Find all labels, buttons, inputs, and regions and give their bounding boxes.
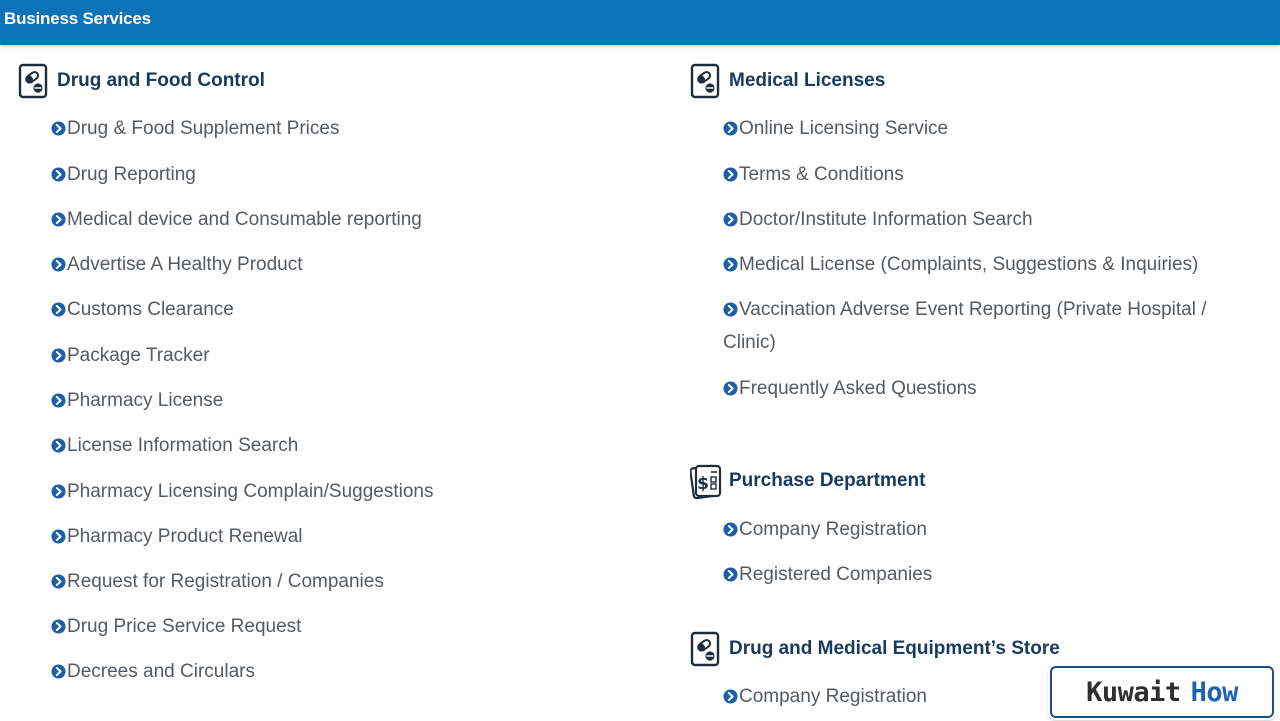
arrow-right-circle-icon xyxy=(723,567,738,582)
link-label: Online Licensing Service xyxy=(739,118,949,139)
link-terms-conditions[interactable]: Terms & Conditions xyxy=(723,158,904,191)
section-purchase-department: $ Purchase Department xyxy=(690,462,925,500)
link-medical-device-reporting[interactable]: Medical device and Consumable reporting xyxy=(51,203,422,236)
section-drug-medical-equipment-store: Drug and Medical Equipment’s Store xyxy=(690,630,1060,668)
arrow-right-circle-icon xyxy=(51,393,66,408)
link-label: Pharmacy Licensing Complain/Suggestions xyxy=(67,481,434,502)
link-drug-price-service-request[interactable]: Drug Price Service Request xyxy=(51,610,301,643)
link-label: Drug Price Service Request xyxy=(67,616,302,637)
link-label: Pharmacy Product Renewal xyxy=(67,526,303,547)
arrow-right-circle-icon xyxy=(723,167,738,182)
arrow-right-circle-icon xyxy=(51,574,66,589)
link-label: Company Registration xyxy=(739,519,927,540)
svg-text:$: $ xyxy=(697,474,709,494)
link-license-information-search[interactable]: License Information Search xyxy=(51,429,298,462)
link-label: Drug & Food Supplement Prices xyxy=(67,118,340,139)
link-vaccination-adverse-event[interactable]: Vaccination Adverse Event Reporting (Pri… xyxy=(723,293,1253,359)
arrow-right-circle-icon xyxy=(51,257,66,272)
section-drug-food-control: Drug and Food Control xyxy=(18,62,265,100)
link-package-tracker[interactable]: Package Tracker xyxy=(51,339,210,372)
link-label: Pharmacy License xyxy=(67,390,224,411)
kuwait-how-watermark: Kuwait How xyxy=(1050,666,1274,718)
header-bar: Business Services xyxy=(0,0,1280,45)
arrow-right-circle-icon xyxy=(51,484,66,499)
link-label: Vaccination Adverse Event Reporting (Pri… xyxy=(723,299,1207,353)
link-label: Medical License (Complaints, Suggestions… xyxy=(739,254,1199,275)
link-drug-food-supplement-prices[interactable]: Drug & Food Supplement Prices xyxy=(51,112,339,145)
link-label: Registered Companies xyxy=(739,564,933,585)
link-pharmacy-product-renewal[interactable]: Pharmacy Product Renewal xyxy=(51,520,303,553)
link-label: Advertise A Healthy Product xyxy=(67,254,303,275)
arrow-right-circle-icon xyxy=(723,212,738,227)
link-label: Doctor/Institute Information Search xyxy=(739,209,1033,230)
section-title: Medical Licenses xyxy=(729,70,886,91)
link-drug-reporting[interactable]: Drug Reporting xyxy=(51,158,196,191)
link-label: Decrees and Circulars xyxy=(67,661,255,682)
link-request-registration-companies[interactable]: Request for Registration / Companies xyxy=(51,565,384,598)
link-company-registration[interactable]: Company Registration xyxy=(723,513,927,546)
link-advertise-healthy-product[interactable]: Advertise A Healthy Product xyxy=(51,248,303,281)
link-label: Customs Clearance xyxy=(67,299,234,320)
arrow-right-circle-icon xyxy=(51,212,66,227)
arrow-right-circle-icon xyxy=(723,257,738,272)
link-label: Drug Reporting xyxy=(67,164,196,185)
link-online-licensing-service[interactable]: Online Licensing Service xyxy=(723,112,948,145)
arrow-right-circle-icon xyxy=(51,348,66,363)
arrow-right-circle-icon xyxy=(51,664,66,679)
link-customs-clearance[interactable]: Customs Clearance xyxy=(51,293,234,326)
arrow-right-circle-icon xyxy=(723,522,738,537)
section-title: Drug and Medical Equipment’s Store xyxy=(729,638,1060,659)
link-label: Company Registration xyxy=(739,686,927,707)
link-medical-license-complaints[interactable]: Medical License (Complaints, Suggestions… xyxy=(723,248,1198,281)
link-label: Request for Registration / Companies xyxy=(67,571,384,592)
arrow-right-circle-icon xyxy=(723,689,738,704)
pills-document-icon xyxy=(18,63,48,99)
arrow-right-circle-icon xyxy=(723,121,738,136)
link-pharmacy-license[interactable]: Pharmacy License xyxy=(51,384,223,417)
link-faq[interactable]: Frequently Asked Questions xyxy=(723,372,977,405)
header-title: Business Services xyxy=(4,9,151,28)
section-medical-licenses: Medical Licenses xyxy=(690,62,885,100)
pills-document-icon xyxy=(690,631,720,667)
arrow-right-circle-icon xyxy=(723,302,738,317)
section-title: Drug and Food Control xyxy=(57,70,265,91)
link-store-company-registration[interactable]: Company Registration xyxy=(723,680,927,713)
dollar-document-icon: $ xyxy=(690,464,722,499)
arrow-right-circle-icon xyxy=(51,438,66,453)
arrow-right-circle-icon xyxy=(51,302,66,317)
arrow-right-circle-icon xyxy=(51,167,66,182)
arrow-right-circle-icon xyxy=(51,619,66,634)
arrow-right-circle-icon xyxy=(51,529,66,544)
link-registered-companies[interactable]: Registered Companies xyxy=(723,558,932,591)
link-label: Terms & Conditions xyxy=(739,164,904,185)
watermark-word-kuwait: Kuwait xyxy=(1086,676,1181,708)
link-pharmacy-licensing-complain[interactable]: Pharmacy Licensing Complain/Suggestions xyxy=(51,475,433,508)
watermark-word-how: How xyxy=(1190,676,1239,708)
link-decrees-circulars[interactable]: Decrees and Circulars xyxy=(51,655,255,688)
link-label: Medical device and Consumable reporting xyxy=(67,209,422,230)
arrow-right-circle-icon xyxy=(51,121,66,136)
pills-document-icon xyxy=(690,63,720,99)
link-label: Package Tracker xyxy=(67,345,210,366)
link-doctor-institute-search[interactable]: Doctor/Institute Information Search xyxy=(723,203,1033,236)
section-title: Purchase Department xyxy=(729,470,926,491)
arrow-right-circle-icon xyxy=(723,381,738,396)
link-label: License Information Search xyxy=(67,435,299,456)
link-label: Frequently Asked Questions xyxy=(739,378,977,399)
